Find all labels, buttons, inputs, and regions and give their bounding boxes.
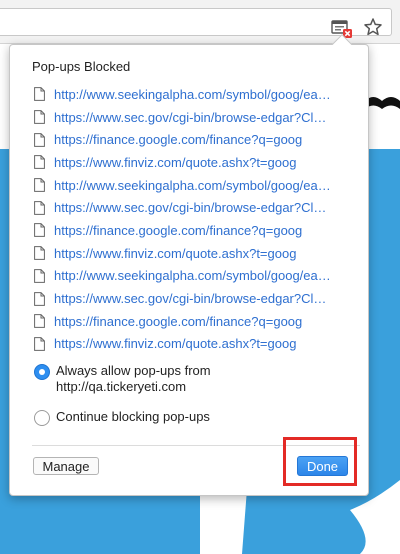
blocked-url-row[interactable]: https://finance.google.com/finance?q=goo… [34, 310, 364, 333]
document-icon [34, 87, 45, 102]
blocked-url-link[interactable]: http://www.seekingalpha.com/symbol/goog/… [54, 268, 346, 283]
block-popups-radio[interactable] [34, 410, 50, 426]
blocked-url-row[interactable]: https://www.finviz.com/quote.ashx?t=goog [34, 333, 364, 356]
blocked-url-link[interactable]: https://finance.google.com/finance?q=goo… [54, 132, 346, 147]
block-popups-label: Continue blocking pop-ups [56, 409, 210, 424]
document-icon [34, 291, 45, 306]
document-icon [34, 155, 45, 170]
done-highlight-box [283, 437, 357, 486]
document-icon [34, 200, 45, 215]
page-logo-mark [365, 97, 400, 109]
document-icon [34, 246, 45, 261]
blocked-url-link[interactable]: https://finance.google.com/finance?q=goo… [54, 314, 346, 329]
blocked-url-row[interactable]: https://www.finviz.com/quote.ashx?t=goog [34, 151, 364, 174]
blocked-url-link[interactable]: https://finance.google.com/finance?q=goo… [54, 223, 346, 238]
bookmark-star-icon[interactable] [362, 16, 384, 38]
blocked-url-row[interactable]: http://www.seekingalpha.com/symbol/goog/… [34, 174, 364, 197]
blocked-url-link[interactable]: https://www.sec.gov/cgi-bin/browse-edgar… [54, 110, 346, 125]
document-icon [34, 337, 45, 351]
blocked-url-link[interactable]: http://www.seekingalpha.com/symbol/goog/… [54, 87, 346, 102]
blocked-url-link[interactable]: https://www.finviz.com/quote.ashx?t=goog [54, 246, 346, 261]
blocked-url-row[interactable]: https://www.sec.gov/cgi-bin/browse-edgar… [34, 106, 364, 129]
blocked-url-row[interactable]: https://www.sec.gov/cgi-bin/browse-edgar… [34, 287, 364, 310]
bubble-title: Pop-ups Blocked [32, 59, 131, 74]
popups-blocked-bubble: Pop-ups Blocked http://www.seekingalpha.… [9, 44, 369, 496]
document-icon [34, 268, 45, 283]
allow-popups-option[interactable]: Always allow pop-ups from http://qa.tick… [34, 363, 336, 395]
blocked-url-row[interactable]: https://finance.google.com/finance?q=goo… [34, 219, 364, 242]
document-icon [34, 314, 45, 329]
blocked-url-row[interactable]: https://www.sec.gov/cgi-bin/browse-edgar… [34, 196, 364, 219]
blocked-url-link[interactable]: http://www.seekingalpha.com/symbol/goog/… [54, 178, 346, 193]
document-icon [34, 132, 45, 147]
document-icon [34, 178, 45, 192]
block-popups-option[interactable]: Continue blocking pop-ups [34, 409, 336, 426]
allow-popups-radio[interactable] [34, 364, 50, 380]
blocked-url-link[interactable]: https://www.sec.gov/cgi-bin/browse-edgar… [54, 200, 346, 215]
blocked-url-link[interactable]: https://www.finviz.com/quote.ashx?t=goog [54, 336, 346, 351]
document-icon [34, 223, 45, 238]
blocked-url-link[interactable]: https://www.finviz.com/quote.ashx?t=goog [54, 155, 346, 170]
blocked-url-link[interactable]: https://www.sec.gov/cgi-bin/browse-edgar… [54, 291, 346, 306]
blocked-url-row[interactable]: https://www.finviz.com/quote.ashx?t=goog [34, 242, 364, 265]
blocked-url-list: http://www.seekingalpha.com/symbol/goog/… [34, 83, 364, 355]
allow-popups-label: Always allow pop-ups from http://qa.tick… [56, 363, 211, 394]
blocked-url-row[interactable]: https://finance.google.com/finance?q=goo… [34, 128, 364, 151]
blocked-url-row[interactable]: http://www.seekingalpha.com/symbol/goog/… [34, 265, 364, 288]
document-icon [34, 110, 45, 124]
manage-button[interactable]: Manage [33, 457, 99, 475]
blocked-url-row[interactable]: http://www.seekingalpha.com/symbol/goog/… [34, 83, 364, 106]
